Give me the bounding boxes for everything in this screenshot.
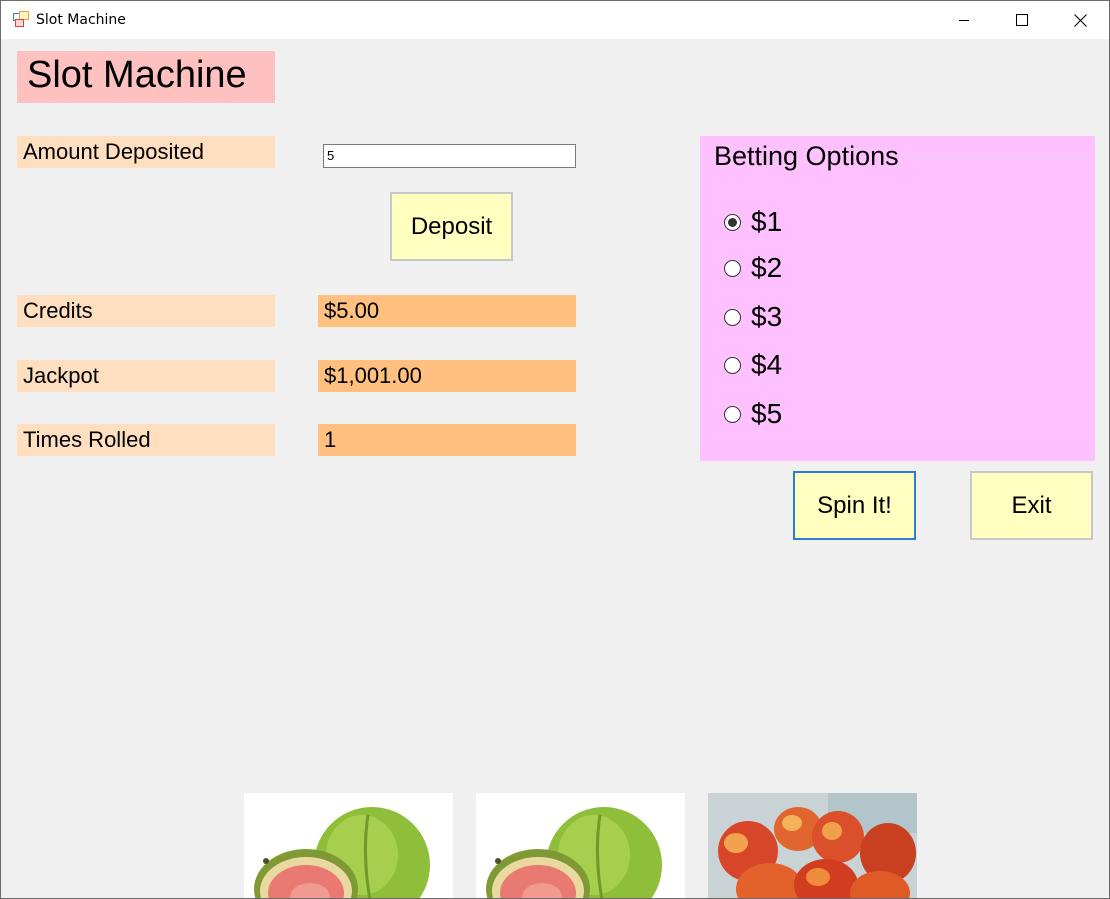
minimize-button[interactable] (935, 1, 993, 39)
bet-option-1[interactable]: $1 (724, 205, 782, 239)
bet-option-5[interactable]: $5 (724, 397, 782, 431)
deposit-button[interactable]: Deposit (390, 192, 513, 261)
page-title: Slot Machine (17, 51, 275, 103)
radio-button[interactable] (724, 259, 741, 277)
app-window: Slot Machine Slot Machine Amount Deposit… (0, 0, 1110, 899)
maximize-button[interactable] (993, 1, 1051, 39)
bet-option-label: $5 (751, 398, 783, 429)
betting-options-title: Betting Options (714, 138, 903, 174)
credits-value: $5.00 (318, 295, 576, 327)
bet-option-3[interactable]: $3 (724, 300, 782, 334)
amount-deposited-label: Amount Deposited (17, 136, 275, 168)
bet-option-label: $4 (751, 349, 783, 380)
minimize-icon (959, 20, 969, 21)
guava-icon (476, 793, 685, 898)
app-icon (13, 11, 29, 27)
amount-deposited-input[interactable]: 5 (323, 144, 576, 168)
credits-label: Credits (17, 295, 275, 327)
radio-button[interactable] (724, 405, 741, 423)
betting-options-group: Betting Options $1 $2 $3 $4 $5 (700, 136, 1095, 461)
bet-option-label: $1 (751, 206, 783, 237)
times-rolled-label: Times Rolled (17, 424, 275, 456)
spin-button[interactable]: Spin It! (793, 471, 916, 540)
radio-button[interactable] (724, 213, 741, 231)
maximize-icon (1016, 14, 1028, 26)
bet-option-2[interactable]: $2 (724, 251, 782, 285)
guava-icon (244, 793, 453, 898)
jackpot-label: Jackpot (17, 360, 275, 392)
reel-1-image (244, 793, 453, 898)
jackpot-value: $1,001.00 (318, 360, 576, 392)
title-bar: Slot Machine (1, 1, 1109, 39)
reel-3-image (708, 793, 917, 898)
reel-2-image (476, 793, 685, 898)
window-title: Slot Machine (36, 12, 126, 28)
close-button[interactable] (1051, 1, 1109, 39)
bet-option-label: $3 (751, 301, 783, 332)
times-rolled-value: 1 (318, 424, 576, 456)
bet-option-label: $2 (751, 252, 783, 283)
radio-button[interactable] (724, 308, 741, 326)
radio-button[interactable] (724, 356, 741, 374)
exit-button[interactable]: Exit (970, 471, 1093, 540)
bet-option-4[interactable]: $4 (724, 348, 782, 382)
close-icon (1073, 13, 1087, 27)
peach-icon (708, 793, 917, 898)
